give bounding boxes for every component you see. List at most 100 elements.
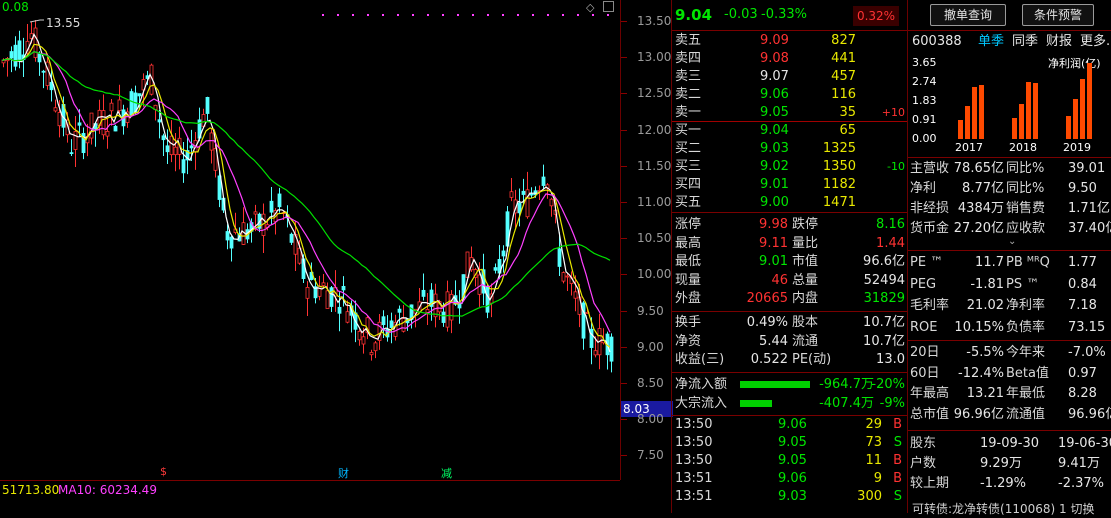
sell-level-row[interactable]: 卖四 9.08 441 — [672, 50, 908, 68]
profit-bar — [1019, 103, 1024, 139]
cancel-order-query-button[interactable]: 撤单查询 — [930, 4, 1006, 26]
fund-label: 总市值 — [910, 406, 950, 422]
candle-body — [381, 316, 386, 326]
sell-level-price: 9.06 — [760, 87, 789, 102]
candle-body — [157, 119, 162, 123]
buy-level-label: 买一 — [675, 123, 702, 138]
candle-body — [229, 236, 234, 249]
fund-label: Beta值 — [1006, 365, 1049, 381]
stat-label: 股本 — [792, 315, 819, 330]
stat-value: 8.16 — [876, 217, 905, 232]
buy-level-row[interactable]: 买五 9.00 1471 — [672, 194, 908, 212]
fund-value: -1.81 — [970, 276, 1004, 292]
candle-body — [389, 320, 394, 328]
expand-chevron-icon[interactable]: ⌄ — [1008, 236, 1016, 247]
sell-level-volume: 457 — [831, 69, 856, 84]
sell-level-row[interactable]: 卖五 9.09 827 — [672, 32, 908, 50]
sell-level-row[interactable]: 卖一 9.05 35 +10 — [672, 104, 908, 122]
price-axis-tick: 10.50 — [620, 231, 672, 246]
candle-body — [181, 159, 186, 174]
candle-body — [421, 289, 426, 297]
fund-label: PS ™ — [1006, 276, 1040, 292]
convertible-bond-footer[interactable]: 可转债:龙净转债(110068) 1 切换 — [908, 500, 1111, 518]
candle-body — [321, 282, 326, 286]
buy-level-row[interactable]: 买二 9.03 1325 — [672, 140, 908, 158]
candle-body — [305, 287, 310, 299]
price-axis-tick: 7.50 — [621, 448, 664, 463]
marker-reduce[interactable]: 减 — [441, 465, 452, 481]
candle-body — [485, 286, 490, 313]
signal-dot — [322, 14, 324, 16]
buy-level-row[interactable]: 买四 9.01 1182 — [672, 176, 908, 194]
candle-body — [113, 125, 118, 132]
stat-label: 净资 — [675, 333, 702, 349]
fund-label: 净利率 — [1006, 298, 1046, 313]
signal-dot — [382, 14, 384, 16]
candle-body — [17, 40, 22, 60]
candle-body — [373, 342, 378, 352]
candle-body — [573, 291, 578, 299]
candle-body — [269, 200, 274, 213]
tick-volume: 73 — [865, 435, 882, 450]
stat-label: 换手 — [675, 315, 702, 330]
candle-body — [341, 286, 346, 291]
tab-same-quarter[interactable]: 同季 — [1012, 33, 1038, 51]
kline-chart[interactable]: 0.08 13.55 ◇ $ 财 减 51713.80 MA10: 60234.… — [0, 0, 670, 513]
buy-level-row[interactable]: 买一 9.04 65 — [672, 122, 908, 140]
profit-bar — [979, 84, 984, 139]
fund-row: 毛利率 21.02 净利率 7.18 — [908, 297, 1111, 315]
window-icon[interactable] — [603, 1, 614, 12]
marker-finance[interactable]: 财 — [338, 465, 349, 481]
candle-body — [549, 198, 554, 207]
candle-body — [277, 193, 282, 208]
sell-level-label: 卖四 — [675, 51, 702, 66]
sell-level-row[interactable]: 卖三 9.07 457 — [672, 68, 908, 86]
sell-level-price: 9.05 — [760, 105, 789, 120]
holder-label: 户数 — [910, 456, 937, 471]
sell-level-label: 卖五 — [675, 33, 702, 48]
candle-body — [445, 291, 450, 328]
signal-dot — [577, 14, 579, 16]
candle-body — [477, 274, 482, 295]
trade-tick-row: 13:50 9.05 11 B — [672, 452, 908, 470]
tick-time: 13:50 — [675, 435, 713, 450]
candle-body — [401, 318, 406, 332]
signal-dot — [367, 14, 369, 16]
signal-dot — [517, 14, 519, 16]
profit-year-label: 2017 — [955, 141, 983, 154]
tick-volume: 29 — [865, 417, 882, 432]
ma5-text: 51713.80 — [2, 483, 60, 497]
tab-quarter[interactable]: 单季 — [978, 33, 1004, 51]
price-axis-tick: 13.00 — [620, 50, 672, 65]
sell-level-row[interactable]: 卖二 9.06 116 — [672, 86, 908, 104]
stat-label: 最低 — [675, 254, 702, 269]
signal-dot — [592, 14, 594, 16]
tick-side: S — [893, 435, 902, 450]
tab-more[interactable]: 更多. — [1080, 33, 1110, 51]
buy-level-price: 9.02 — [760, 159, 789, 174]
fund-row: 年最高 13.21 年最低 8.28 — [908, 385, 1111, 403]
signal-dot — [397, 14, 399, 16]
tab-report[interactable]: 财报 — [1046, 33, 1072, 51]
diamond-icon[interactable]: ◇ — [586, 1, 594, 14]
condition-alert-button[interactable]: 条件预警 — [1022, 4, 1094, 26]
buy-level-label: 买四 — [675, 177, 702, 192]
buy-level-volume: 65 — [839, 123, 856, 138]
fund-value: 4384万 — [957, 201, 1004, 216]
candle-body — [369, 352, 374, 356]
buy-level-row[interactable]: 买三 9.02 1350 -10 — [672, 158, 908, 176]
candle-body — [165, 145, 170, 153]
candle-body — [521, 190, 526, 195]
sell-level-volume: 116 — [831, 87, 856, 102]
candle-body — [501, 250, 506, 257]
profit-y-tick: 2.74 — [912, 75, 937, 88]
sell-level-volume: 441 — [831, 51, 856, 66]
quote-stat-row: 现量 46 总量 52494 — [672, 272, 908, 290]
buy-level-volume: 1350 — [822, 159, 856, 174]
profit-y-tick: 0.91 — [912, 113, 937, 126]
profit-bar — [1087, 63, 1092, 139]
price-header: 9.04 -0.03 -0.33% 0.32% — [672, 4, 908, 26]
marker-dollar[interactable]: $ — [160, 465, 167, 478]
candle-body — [325, 290, 330, 309]
kline-canvas[interactable] — [0, 0, 620, 480]
